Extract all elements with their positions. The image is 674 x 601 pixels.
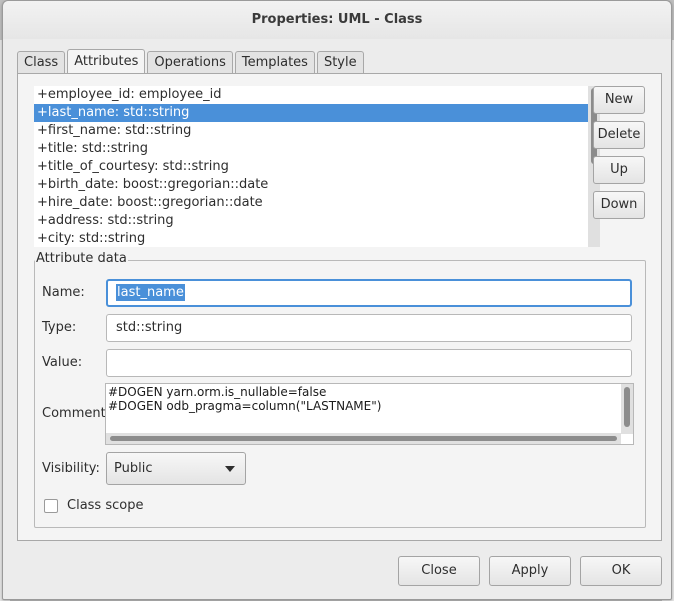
chevron-down-icon (225, 466, 235, 472)
attribute-list-item[interactable]: +title: std::string (34, 140, 588, 158)
down-button[interactable]: Down (593, 191, 645, 219)
tab-style[interactable]: Style (316, 51, 364, 74)
tab-attributes[interactable]: Attributes (67, 49, 146, 74)
value-label: Value: (42, 355, 83, 370)
dialog-title: Properties: UML - Class (251, 12, 423, 27)
attribute-list-item[interactable]: +employee_id: employee_id (34, 86, 588, 104)
comment-horizontal-scrollbar[interactable] (106, 433, 621, 444)
attribute-list-item[interactable]: +title_of_courtesy: std::string (34, 158, 588, 176)
comment-textarea[interactable]: #DOGEN yarn.orm.is_nullable=false #DOGEN… (105, 383, 634, 445)
comment-label: Comment: (42, 406, 111, 421)
attribute-list-item[interactable]: +birth_date: boost::gregorian::date (34, 176, 588, 194)
attribute-list[interactable]: +employee_id: employee_id +last_name: st… (34, 86, 588, 247)
comment-line: #DOGEN odb_pragma=column("LASTNAME") (108, 399, 382, 413)
attribute-list-item[interactable]: +hire_date: boost::gregorian::date (34, 194, 588, 212)
close-button[interactable]: Close (398, 556, 480, 586)
attributes-panel: +employee_id: employee_id +last_name: st… (17, 73, 662, 541)
tab-class[interactable]: Class (17, 51, 66, 74)
visibility-selected-value: Public (114, 461, 153, 476)
comment-vertical-scroll-thumb[interactable] (624, 387, 630, 427)
name-field[interactable]: last_name (106, 279, 632, 307)
tab-operations[interactable]: Operations (147, 51, 233, 74)
attribute-list-item[interactable]: +address: std::string (34, 212, 588, 230)
up-button[interactable]: Up (593, 156, 645, 184)
apply-button[interactable]: Apply (489, 556, 571, 586)
visibility-dropdown[interactable]: Public (106, 452, 246, 485)
tab-templates[interactable]: Templates (234, 51, 315, 74)
class-scope-label[interactable]: Class scope (67, 498, 143, 513)
attribute-list-item[interactable]: +first_name: std::string (34, 122, 588, 140)
name-label: Name: (42, 285, 85, 300)
ok-button[interactable]: OK (580, 556, 662, 586)
value-field[interactable] (106, 349, 632, 377)
comment-line: #DOGEN yarn.orm.is_nullable=false (108, 385, 327, 399)
properties-dialog: Properties: UML - Class Class Attributes… (2, 0, 672, 600)
attribute-data-legend: Attribute data (35, 251, 128, 267)
attribute-list-item-selected[interactable]: +last_name: std::string (34, 104, 588, 122)
dialog-titlebar[interactable]: Properties: UML - Class (3, 1, 671, 39)
comment-horizontal-scroll-thumb[interactable] (110, 436, 617, 441)
class-scope-checkbox[interactable] (44, 499, 58, 513)
type-field[interactable]: std::string (106, 314, 632, 342)
new-button[interactable]: New (593, 86, 645, 114)
delete-button[interactable]: Delete (593, 121, 645, 149)
tab-bar: Class Attributes Operations Templates St… (17, 49, 366, 74)
type-label: Type: (42, 320, 77, 335)
attribute-list-item[interactable]: +city: std::string (34, 230, 588, 247)
visibility-label: Visibility: (42, 461, 100, 476)
name-field-value: last_name (116, 284, 185, 301)
comment-vertical-scrollbar[interactable] (621, 384, 633, 434)
